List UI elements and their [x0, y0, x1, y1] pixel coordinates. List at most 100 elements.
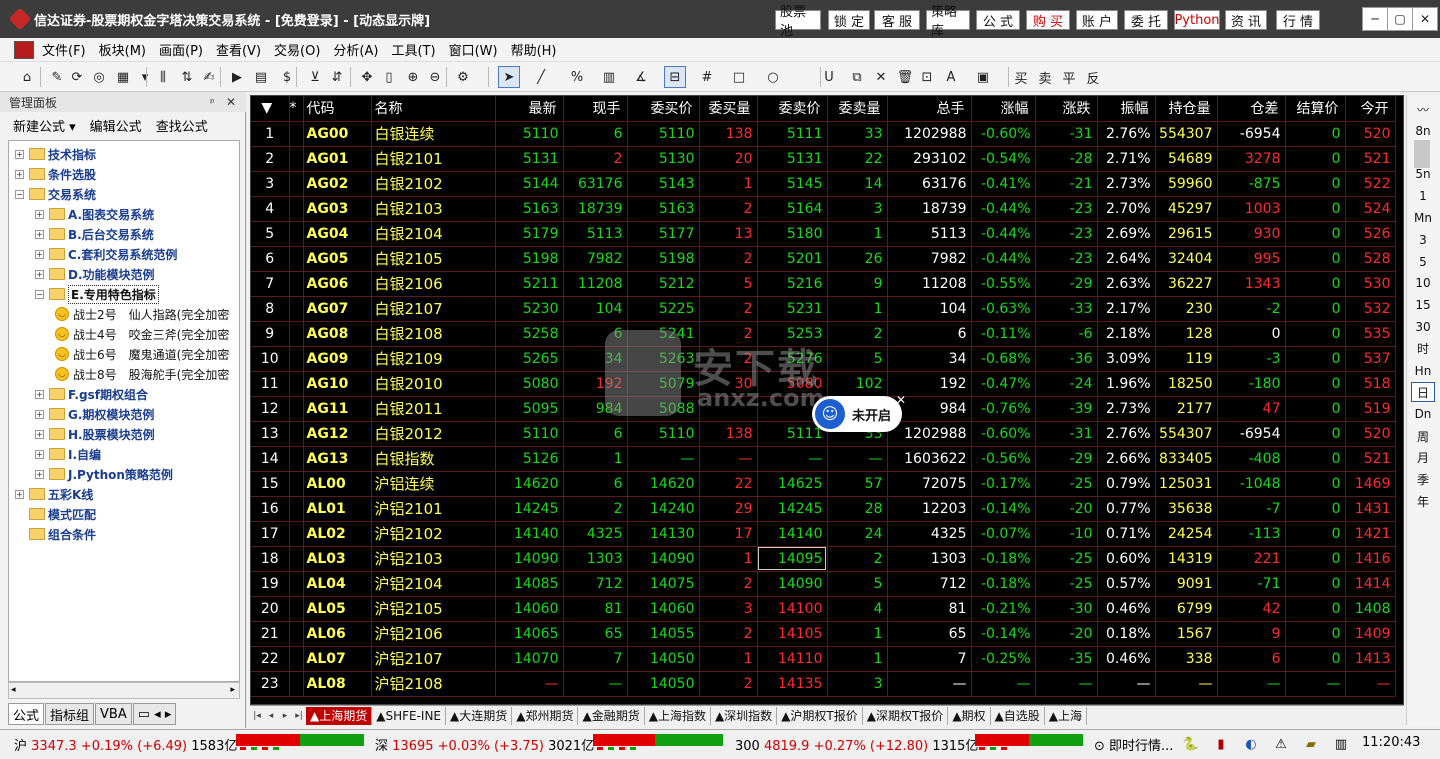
trade-button-1[interactable]: 卖 [1034, 66, 1056, 88]
contract-code[interactable]: AL00 [303, 471, 372, 497]
menu-item-6[interactable]: 工具(T) [391, 40, 435, 59]
contract-code[interactable]: AG01 [303, 146, 372, 172]
contract-code[interactable]: AL07 [303, 646, 372, 672]
table-row[interactable]: 10 AG09 白银2109 5265 34 5263 2 5276 5 34 -0.68% -36 3… [251, 346, 1396, 372]
assistant-popup[interactable]: ☺ 未开启 [812, 396, 902, 432]
period-button-10[interactable]: 30 [1411, 317, 1435, 337]
column-header-14[interactable]: 持仓量 [1155, 96, 1218, 122]
title-button-9[interactable]: 资 讯 [1225, 10, 1267, 30]
tree-node[interactable]: ◡ 战士2号 仙人指路(完全加密 [55, 305, 229, 323]
title-button-4[interactable]: 公 式 [976, 10, 1020, 30]
contract-name[interactable]: 沪铝2103 [371, 546, 496, 572]
table-row[interactable]: 7 AG06 白银2106 5211 11208 5212 5 5216 9 11208 -0.55… [251, 271, 1396, 297]
period-button-4[interactable]: 1 [1411, 186, 1435, 206]
period-button-9[interactable]: 15 [1411, 295, 1435, 315]
table-row[interactable]: 1 AG00 白银连续 5110 6 5110 138 5111 33 1202988 -0.60%… [251, 121, 1396, 147]
expand-toggle-icon[interactable]: + [35, 429, 44, 439]
copy-icon[interactable]: ⧉ [846, 66, 868, 88]
panel-tab-1[interactable]: 指标组 [45, 703, 95, 725]
hs300-index[interactable]: 300 4819.9 +0.27% (+12.80) 1315亿 [735, 735, 978, 754]
table-row[interactable]: 19 AL04 沪铝2104 14085 712 14075 2 14090 5 712 -0.18… [251, 571, 1396, 597]
angle-icon[interactable]: ∡ [630, 66, 652, 88]
contract-name[interactable]: 沪铝2106 [371, 621, 496, 647]
menu-item-1[interactable]: 板块(M) [99, 40, 146, 59]
pin-icon[interactable]: ᵖ [210, 96, 215, 109]
sheet-tab-8[interactable]: ▲深期权T报价 [863, 706, 949, 725]
period-button-5[interactable]: Mn [1411, 208, 1435, 228]
expand-toggle-icon[interactable]: + [35, 229, 44, 239]
period-button-18[interactable]: 年 [1411, 491, 1435, 511]
sheet-nav-1[interactable]: ◂ [264, 711, 278, 721]
contract-code[interactable]: AG07 [303, 296, 372, 322]
column-header-2[interactable]: 代码 [303, 96, 372, 122]
column-header-4[interactable]: 最新 [495, 96, 564, 122]
table-row[interactable]: 15 AL00 沪铝连续 14620 6 14620 22 14625 57 72075 -0.17… [251, 471, 1396, 497]
period-button-15[interactable]: 周 [1411, 426, 1435, 446]
column-header-16[interactable]: 结算价 [1285, 96, 1346, 122]
filter-icon[interactable]: ⊻ [304, 66, 326, 88]
period-button-11[interactable]: 时 [1411, 339, 1435, 359]
tree-node[interactable]: + C.套利交易系统范例 [35, 245, 177, 263]
table-row[interactable]: 2 AG01 白银2101 5131 2 5130 20 5131 22 293102 -0.54%… [251, 146, 1396, 172]
contract-name[interactable]: 沪铝2101 [371, 496, 496, 522]
contract-name[interactable]: 白银连续 [371, 121, 496, 147]
panel-tab-2[interactable]: VBA [95, 703, 132, 725]
contract-name[interactable]: 沪铝2107 [371, 646, 496, 672]
close-button[interactable]: ✕ [1412, 7, 1438, 31]
tree-node[interactable]: 组合条件 [15, 525, 96, 543]
period-button-12[interactable]: Hn [1411, 361, 1435, 381]
column-header-3[interactable]: 名称 [371, 96, 496, 122]
tree-node[interactable]: + D.功能模块范例 [35, 265, 155, 283]
candle-icon[interactable]: ⫼ [152, 66, 174, 88]
sheet-nav-0[interactable]: |◂ [250, 711, 264, 721]
period-button-17[interactable]: 季 [1411, 470, 1435, 490]
trash-icon[interactable]: 🗑 [894, 66, 916, 88]
minimize-button[interactable]: ─ [1362, 7, 1388, 31]
table-row[interactable]: 23 AL08 沪铝2108— —14050 2 14135 3— — — — — — — — [251, 671, 1396, 697]
contract-name[interactable]: 沪铝2108 [371, 671, 496, 697]
column-header-10[interactable]: 总手 [887, 96, 972, 122]
title-button-7[interactable]: 委 托 [1124, 10, 1168, 30]
column-header-7[interactable]: 委买量 [699, 96, 758, 122]
period-button-0[interactable]: 〰 [1411, 99, 1435, 119]
menu-item-4[interactable]: 交易(O) [274, 40, 320, 59]
tree-node[interactable]: − 交易系统 [15, 185, 96, 203]
split-icon[interactable]: ⇅ [176, 66, 198, 88]
contract-code[interactable]: AG05 [303, 246, 372, 272]
contract-code[interactable]: AG00 [303, 121, 372, 147]
line-icon[interactable]: ╱ [530, 66, 552, 88]
sheet-nav-2[interactable]: ▸ [278, 711, 292, 721]
table-row[interactable]: 22 AL07 沪铝2107 14070 7 14050 1 14110 1 7 -0.25% -35… [251, 646, 1396, 672]
tree-node[interactable]: + J.Python策略范例 [35, 465, 173, 483]
menu-item-7[interactable]: 窗口(W) [449, 40, 498, 59]
tree-node[interactable]: 模式匹配 [15, 505, 96, 523]
sheet-tab-1[interactable]: ▲SHFE-INE [372, 706, 447, 725]
percent-icon[interactable]: % [566, 66, 588, 88]
tree-node[interactable]: ◡ 战士8号 股海舵手(完全加密 [55, 365, 229, 383]
column-header-15[interactable]: 仓差 [1217, 96, 1286, 122]
contract-name[interactable]: 白银2011 [371, 396, 496, 422]
contract-name[interactable]: 白银2101 [371, 146, 496, 172]
column-header-9[interactable]: 委卖量 [827, 96, 888, 122]
sheet-tab-3[interactable]: ▲郑州期货 [512, 706, 579, 725]
menu-app-icon[interactable] [14, 40, 34, 59]
contract-name[interactable]: 沪铝2104 [371, 571, 496, 597]
hash-icon[interactable]: # [696, 66, 718, 88]
column-header-5[interactable]: 现手 [563, 96, 628, 122]
contract-code[interactable]: AL03 [303, 546, 372, 572]
contract-code[interactable]: AL04 [303, 571, 372, 597]
period-button-8[interactable]: 10 [1411, 273, 1435, 293]
expand-toggle-icon[interactable]: + [15, 169, 24, 179]
column-header-0[interactable]: ▼ [251, 96, 290, 122]
expand-toggle-icon[interactable]: + [35, 209, 44, 219]
move-icon[interactable]: ✥ [356, 66, 378, 88]
column-header-8[interactable]: 委卖价 [757, 96, 828, 122]
table-row[interactable]: 16 AL01 沪铝2101 14245 2 14240 29 14245 28 12203 -0.… [251, 496, 1396, 522]
trade-button-0[interactable]: 买 [1010, 66, 1032, 88]
delete-icon[interactable]: ✕ [870, 66, 892, 88]
sheet-tab-2[interactable]: ▲大连期货 [446, 706, 513, 725]
python-icon[interactable]: 🐍 [1180, 734, 1202, 754]
ticker-button[interactable]: ⊙ 即时行情... [1094, 735, 1173, 754]
circle-icon[interactable]: ○ [762, 66, 784, 88]
sheet-tab-5[interactable]: ▲上海指数 [645, 706, 711, 725]
